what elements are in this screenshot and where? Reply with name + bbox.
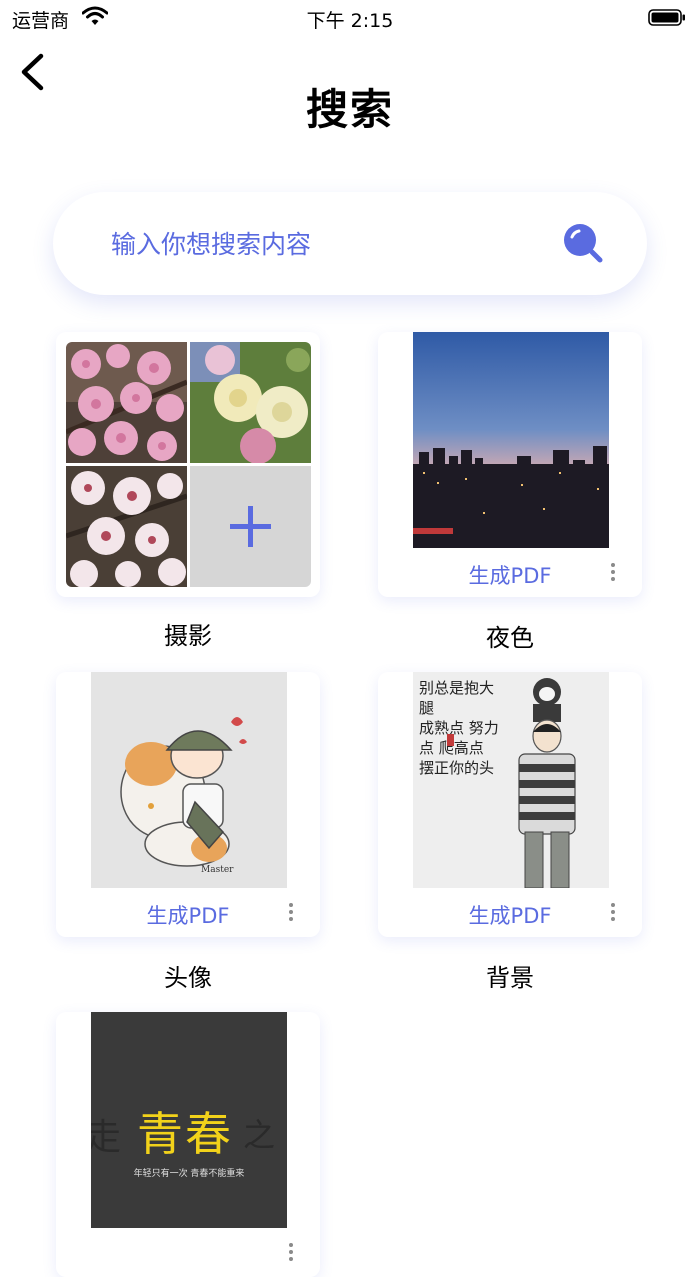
search-icon[interactable] (563, 223, 603, 263)
photo-youth-poster: 走 青春 之 年轻只有一次 青春不能重来 (91, 1012, 287, 1228)
album-card-background[interactable]: 别总是抱大腿 成熟点 努力点 爬高点 摆正你的头 生成PDF (378, 672, 642, 937)
album-name: 摄影 (164, 622, 212, 650)
poster-side-text: 走 (91, 1117, 122, 1158)
generate-pdf-button[interactable]: 生成PDF (378, 560, 642, 590)
more-icon[interactable] (282, 900, 300, 926)
search-input[interactable] (109, 220, 533, 268)
photo-night-city (413, 332, 609, 548)
page-title: 搜索 (305, 85, 394, 134)
status-bar: 运营商 下午 2:15 (0, 0, 700, 36)
photo-grid (66, 342, 312, 588)
photo-background-quote: 别总是抱大腿 成熟点 努力点 爬高点 摆正你的头 (413, 672, 609, 888)
album-name: 夜色 (486, 624, 534, 652)
more-icon[interactable] (604, 900, 622, 926)
plus-icon (230, 506, 271, 547)
album-name: 背景 (486, 964, 534, 992)
poster-side-text: 之 (243, 1116, 276, 1154)
photo-avatar-illustration: Master (91, 672, 287, 888)
generate-pdf-button[interactable]: 生成PDF (56, 900, 320, 930)
more-icon[interactable] (604, 560, 622, 586)
generate-pdf-button[interactable]: 生成PDF (378, 900, 642, 930)
photo-peach-blossom[interactable] (66, 342, 187, 463)
poster-title: 青春 (137, 1107, 233, 1161)
photo-roses[interactable] (190, 342, 311, 463)
album-name: 头像 (164, 964, 212, 992)
clock: 下午 2:15 (306, 10, 394, 32)
svg-text:Master: Master (201, 865, 234, 875)
album-card-night[interactable]: 生成PDF (378, 332, 642, 597)
album-card-avatar[interactable]: Master 生成PDF (56, 672, 320, 937)
photo-white-blossom[interactable] (66, 466, 187, 587)
poster-caption: 年轻只有一次 青春不能重来 (133, 1169, 245, 1179)
search-bar[interactable] (53, 192, 647, 295)
album-card-photography[interactable] (56, 332, 320, 597)
battery-icon (648, 9, 685, 26)
add-photo-button[interactable] (190, 466, 311, 587)
album-card-youth[interactable]: 走 青春 之 年轻只有一次 青春不能重来 (56, 1012, 320, 1277)
